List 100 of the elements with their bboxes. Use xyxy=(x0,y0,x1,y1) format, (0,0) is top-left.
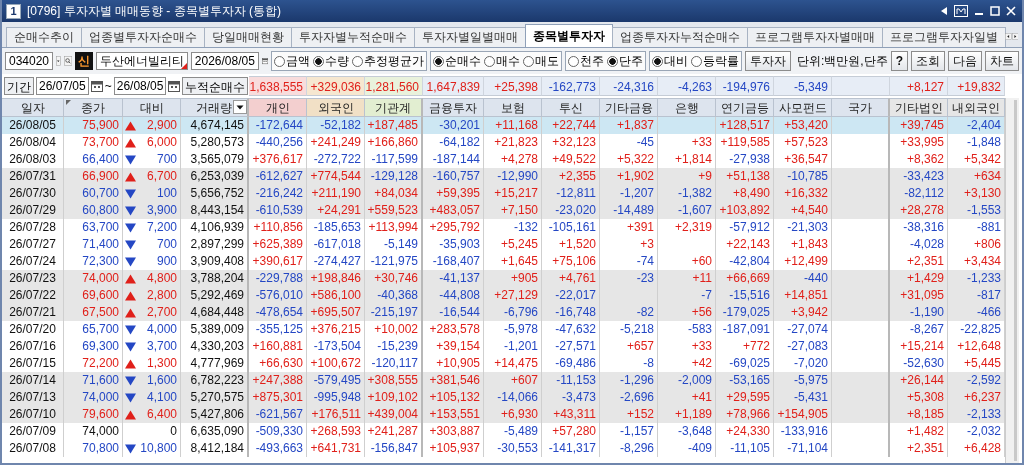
stock-name-field[interactable]: 두산에너빌리티 xyxy=(95,52,188,70)
table-cell: -817 xyxy=(948,287,1005,304)
stock-code-field[interactable]: 034020 xyxy=(5,52,54,70)
radio-button[interactable] xyxy=(691,55,702,67)
left-triangle-icon[interactable] xyxy=(940,6,948,16)
table-cell[interactable]: 26/08/05 xyxy=(2,117,64,134)
radio-button[interactable] xyxy=(484,55,495,67)
column-header[interactable]: 기타법인 xyxy=(890,98,948,117)
radio-button[interactable] xyxy=(523,55,534,67)
table-cell: -229,788 xyxy=(249,270,307,287)
radio-label[interactable]: 천주 xyxy=(580,52,604,70)
column-header[interactable]: 개인 xyxy=(249,98,307,117)
close-icon[interactable] xyxy=(1006,6,1016,16)
table-cell[interactable]: 26/07/23 xyxy=(2,270,64,287)
toolbar-button[interactable]: 차트 xyxy=(985,51,1019,71)
table-cell: -1,382 xyxy=(658,185,716,202)
tab[interactable]: 프로그램투자자일별 xyxy=(882,27,1006,47)
table-cell: -4,263 xyxy=(658,76,716,96)
toolbar-button[interactable]: 조회 xyxy=(911,51,945,71)
radio-button[interactable] xyxy=(352,55,363,67)
column-header[interactable]: 내외국인 xyxy=(948,98,1005,117)
radio-label[interactable]: 순매수 xyxy=(445,52,481,70)
table-cell[interactable]: 26/07/10 xyxy=(2,406,64,423)
radio-label[interactable]: 등락률 xyxy=(703,52,739,70)
table-cell: +11 xyxy=(658,270,716,287)
table-cell: -2,696 xyxy=(600,389,658,406)
column-header[interactable]: 기타금융 xyxy=(600,98,658,117)
tab[interactable]: 업종별투자자순매수 xyxy=(81,27,205,47)
table-cell: +154,905 xyxy=(774,406,832,423)
table-cell: -2,592 xyxy=(948,372,1005,389)
column-header[interactable]: 사모펀드 xyxy=(774,98,832,117)
calendar-icon[interactable] xyxy=(90,80,103,92)
date-field[interactable]: 2026/08/05 xyxy=(190,52,259,70)
table-cell: +15,217 xyxy=(484,185,542,202)
table-cell: 4,000 xyxy=(146,321,177,338)
table-cell: -1,190 xyxy=(890,304,948,321)
radio-label[interactable]: 금액 xyxy=(286,52,310,70)
tab[interactable]: 프로그램투자자별매매 xyxy=(747,27,883,47)
table-cell xyxy=(832,406,890,423)
scrollbar-thumb[interactable] xyxy=(1014,100,1017,461)
column-header[interactable]: 투신 xyxy=(542,98,600,117)
calendar-icon[interactable] xyxy=(261,55,268,67)
tab[interactable]: 종목별투자자 xyxy=(525,24,613,47)
table-cell: 700 xyxy=(156,236,177,253)
table-cell: -1,607 xyxy=(658,202,716,219)
table-cell[interactable]: 26/07/21 xyxy=(2,304,64,321)
radio-label[interactable]: 단주 xyxy=(619,52,643,70)
column-header[interactable]: 국가 xyxy=(832,98,890,117)
calendar-icon[interactable] xyxy=(168,80,181,92)
table-cell: +8,185 xyxy=(890,406,948,423)
column-header[interactable]: 대비 xyxy=(123,98,181,117)
table-cell[interactable]: 26/07/13 xyxy=(2,389,64,406)
table-cell: 5,270,575 xyxy=(181,389,249,406)
radio-button[interactable] xyxy=(274,55,285,67)
column-header[interactable]: 금융투자 xyxy=(423,98,484,117)
tab[interactable]: 당일매매현황 xyxy=(204,27,292,47)
window-menu-icon[interactable] xyxy=(954,5,968,17)
table-cell: -1,207 xyxy=(600,185,658,202)
table-cell: +1,902 xyxy=(600,168,658,185)
tab[interactable]: 순매수추이 xyxy=(6,27,82,47)
tab[interactable]: 투자자별누적순매수 xyxy=(291,27,415,47)
radio-label[interactable]: 추정평균가 xyxy=(364,52,424,70)
table-cell[interactable]: 26/07/22 xyxy=(2,287,64,304)
maximize-icon[interactable] xyxy=(990,6,1000,16)
column-header[interactable]: 일자 xyxy=(2,98,64,117)
date-field[interactable]: 26/08/05 xyxy=(113,77,167,95)
table-cell: -576,010 xyxy=(249,287,307,304)
table-cell[interactable]: 26/07/14 xyxy=(2,372,64,389)
tab[interactable]: 투자자별일별매매 xyxy=(414,27,526,47)
column-header[interactable]: 기관계 xyxy=(365,98,423,117)
table-cell[interactable]: 26/07/31 xyxy=(2,168,64,185)
radio-label[interactable]: 수량 xyxy=(325,52,349,70)
column-header[interactable]: 종가 xyxy=(64,98,123,117)
radio-button[interactable] xyxy=(652,55,663,67)
table-cell: +41 xyxy=(658,389,716,406)
table-cell: -2,133 xyxy=(948,406,1005,423)
vertical-scrollbar[interactable] xyxy=(1005,98,1019,463)
investor-button[interactable]: 투자자 xyxy=(745,51,791,71)
table-cell[interactable]: 26/07/30 xyxy=(2,185,64,202)
radio-button[interactable] xyxy=(568,55,579,67)
radio-button[interactable] xyxy=(607,55,618,67)
table-cell: +105,132 xyxy=(423,389,484,406)
table-cell: -179,025 xyxy=(716,304,774,321)
radio-label[interactable]: 매수 xyxy=(496,52,520,70)
toolbar-button[interactable]: 다음 xyxy=(948,51,982,71)
column-header[interactable]: 외국인 xyxy=(307,98,365,117)
column-header[interactable]: 은행 xyxy=(658,98,716,117)
dropdown-icon[interactable] xyxy=(233,100,247,114)
tab[interactable]: 업종투자자누적순매수 xyxy=(612,27,748,47)
date-field[interactable]: 26/07/05 xyxy=(36,77,89,95)
radio-button[interactable] xyxy=(433,55,444,67)
column-header[interactable]: 연기금등 xyxy=(716,98,774,117)
table-cell[interactable]: 26/07/29 xyxy=(2,202,64,219)
table-cell: 69,600 xyxy=(64,287,123,304)
toolbar-button[interactable]: ? xyxy=(890,51,908,71)
table-cell: +29,595 xyxy=(716,389,774,406)
column-header[interactable]: 보험 xyxy=(484,98,542,117)
radio-button[interactable] xyxy=(313,55,324,67)
radio-label[interactable]: 매도 xyxy=(535,52,559,70)
radio-label[interactable]: 대비 xyxy=(664,52,688,70)
